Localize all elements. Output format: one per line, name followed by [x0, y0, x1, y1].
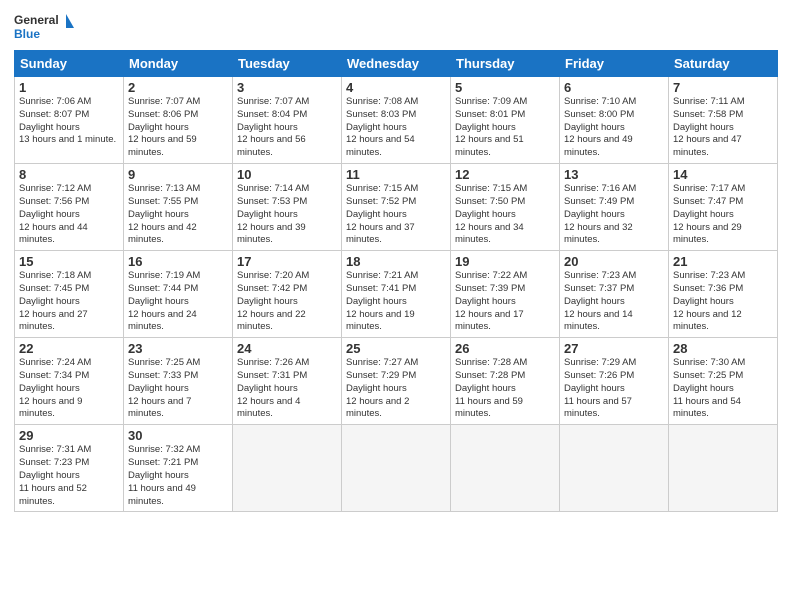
calendar-cell: 22Sunrise: 7:24 AMSunset: 7:34 PMDayligh…	[15, 338, 124, 425]
calendar-cell: 1Sunrise: 7:06 AMSunset: 8:07 PMDaylight…	[15, 77, 124, 164]
calendar-cell: 13Sunrise: 7:16 AMSunset: 7:49 PMDayligh…	[560, 164, 669, 251]
calendar-cell: 30Sunrise: 7:32 AMSunset: 7:21 PMDayligh…	[124, 425, 233, 512]
calendar-cell: 25Sunrise: 7:27 AMSunset: 7:29 PMDayligh…	[342, 338, 451, 425]
calendar-cell: 23Sunrise: 7:25 AMSunset: 7:33 PMDayligh…	[124, 338, 233, 425]
calendar-cell	[451, 425, 560, 512]
calendar-cell: 6Sunrise: 7:10 AMSunset: 8:00 PMDaylight…	[560, 77, 669, 164]
calendar-cell: 15Sunrise: 7:18 AMSunset: 7:45 PMDayligh…	[15, 251, 124, 338]
calendar-cell: 27Sunrise: 7:29 AMSunset: 7:26 PMDayligh…	[560, 338, 669, 425]
svg-text:General: General	[14, 13, 59, 27]
calendar-cell: 20Sunrise: 7:23 AMSunset: 7:37 PMDayligh…	[560, 251, 669, 338]
day-of-week-header: Sunday	[15, 51, 124, 77]
calendar-cell: 18Sunrise: 7:21 AMSunset: 7:41 PMDayligh…	[342, 251, 451, 338]
calendar-cell: 24Sunrise: 7:26 AMSunset: 7:31 PMDayligh…	[233, 338, 342, 425]
calendar-cell: 7Sunrise: 7:11 AMSunset: 7:58 PMDaylight…	[669, 77, 778, 164]
calendar-cell: 2Sunrise: 7:07 AMSunset: 8:06 PMDaylight…	[124, 77, 233, 164]
calendar-cell: 17Sunrise: 7:20 AMSunset: 7:42 PMDayligh…	[233, 251, 342, 338]
calendar-cell: 12Sunrise: 7:15 AMSunset: 7:50 PMDayligh…	[451, 164, 560, 251]
day-of-week-header: Wednesday	[342, 51, 451, 77]
day-of-week-header: Saturday	[669, 51, 778, 77]
svg-text:Blue: Blue	[14, 27, 40, 41]
calendar-cell: 26Sunrise: 7:28 AMSunset: 7:28 PMDayligh…	[451, 338, 560, 425]
calendar-cell: 21Sunrise: 7:23 AMSunset: 7:36 PMDayligh…	[669, 251, 778, 338]
calendar-cell	[560, 425, 669, 512]
calendar-cell: 10Sunrise: 7:14 AMSunset: 7:53 PMDayligh…	[233, 164, 342, 251]
calendar-cell: 19Sunrise: 7:22 AMSunset: 7:39 PMDayligh…	[451, 251, 560, 338]
calendar-cell	[669, 425, 778, 512]
calendar-cell: 5Sunrise: 7:09 AMSunset: 8:01 PMDaylight…	[451, 77, 560, 164]
calendar-cell: 16Sunrise: 7:19 AMSunset: 7:44 PMDayligh…	[124, 251, 233, 338]
calendar-cell: 28Sunrise: 7:30 AMSunset: 7:25 PMDayligh…	[669, 338, 778, 425]
calendar-cell: 3Sunrise: 7:07 AMSunset: 8:04 PMDaylight…	[233, 77, 342, 164]
day-of-week-header: Thursday	[451, 51, 560, 77]
day-of-week-header: Friday	[560, 51, 669, 77]
logo: General Blue	[14, 10, 74, 46]
calendar-cell: 14Sunrise: 7:17 AMSunset: 7:47 PMDayligh…	[669, 164, 778, 251]
calendar-cell: 29Sunrise: 7:31 AMSunset: 7:23 PMDayligh…	[15, 425, 124, 512]
calendar-cell	[233, 425, 342, 512]
calendar-cell	[342, 425, 451, 512]
calendar-cell: 8Sunrise: 7:12 AMSunset: 7:56 PMDaylight…	[15, 164, 124, 251]
calendar-cell: 11Sunrise: 7:15 AMSunset: 7:52 PMDayligh…	[342, 164, 451, 251]
calendar-cell: 9Sunrise: 7:13 AMSunset: 7:55 PMDaylight…	[124, 164, 233, 251]
calendar-cell: 4Sunrise: 7:08 AMSunset: 8:03 PMDaylight…	[342, 77, 451, 164]
day-of-week-header: Tuesday	[233, 51, 342, 77]
day-of-week-header: Monday	[124, 51, 233, 77]
